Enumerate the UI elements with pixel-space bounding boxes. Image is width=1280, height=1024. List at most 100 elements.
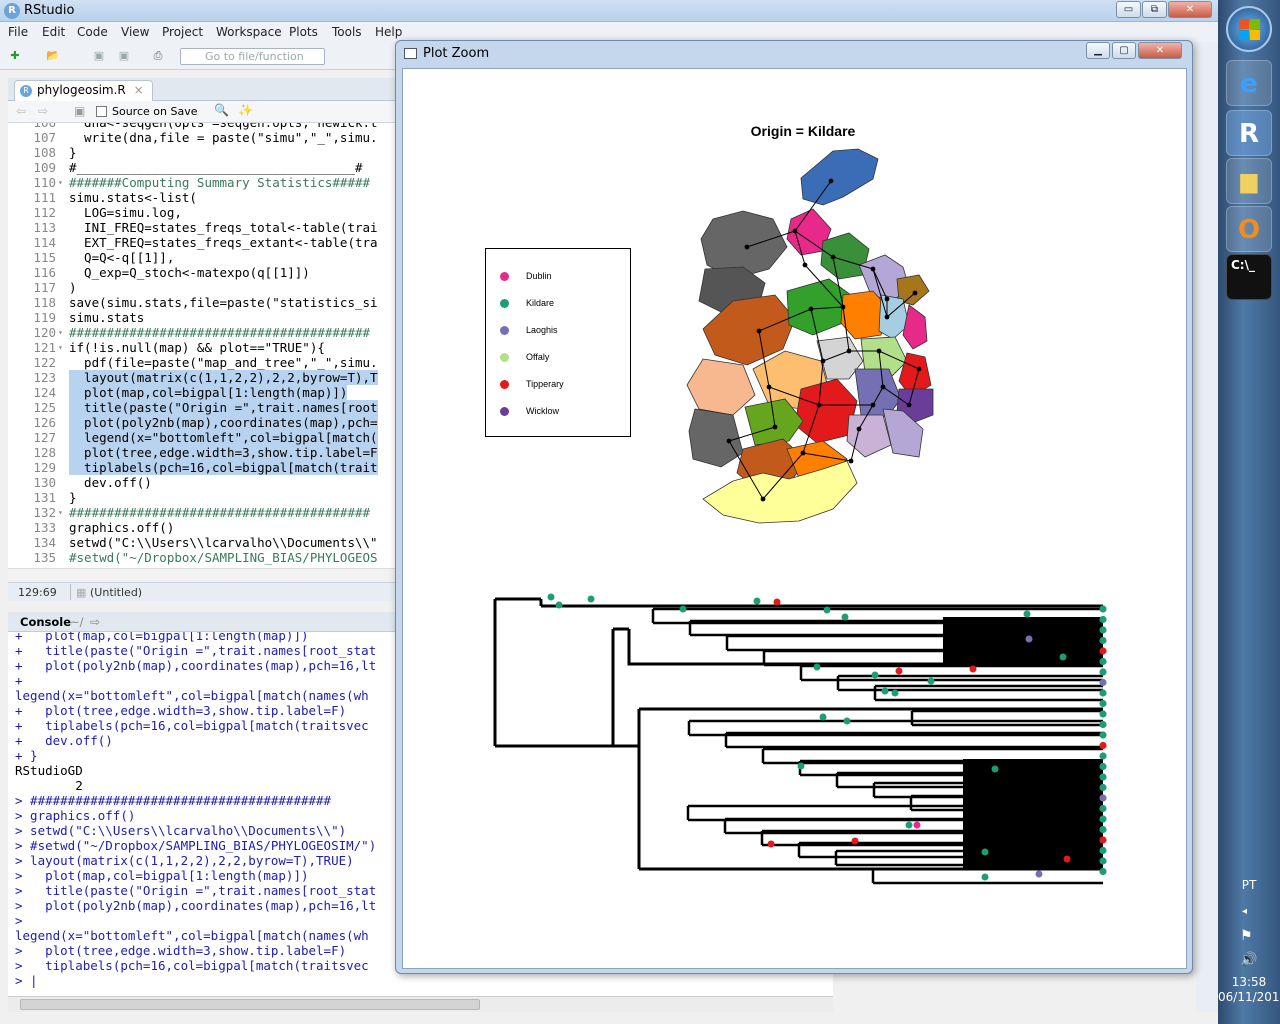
source-on-save-checkbox[interactable] <box>96 106 107 117</box>
menu-project[interactable]: Project <box>162 25 203 39</box>
minimize-button[interactable]: ▭ <box>1116 1 1141 18</box>
console-line: + title(paste("Origin =",trait.names[roo… <box>15 643 377 658</box>
plot-zoom-title: Plot Zoom <box>423 46 490 61</box>
line-number: 131 <box>33 490 56 505</box>
code-line: 107 write(dna,file = paste("simu","_",si… <box>8 130 400 145</box>
console-line: + plot(poly2nb(map),coordinates(map),pch… <box>15 658 377 673</box>
source-on-save-label: Source on Save <box>112 105 198 118</box>
code-text: dna<-seqgen(opts =seqgen.opts, newick.t <box>69 123 378 130</box>
tip-point <box>841 613 849 621</box>
legend-dot <box>500 299 509 308</box>
code-line: 115 Q=Q<-q[[1]], <box>8 250 400 265</box>
menu-view[interactable]: View <box>121 25 149 39</box>
editor-horizontal-scrollbar[interactable] <box>8 568 400 581</box>
tip-point <box>1099 804 1107 813</box>
language-indicator[interactable]: PT <box>1218 878 1280 892</box>
clock[interactable]: 13:5806/11/2012 <box>1218 975 1280 1005</box>
r-icon[interactable]: R <box>1226 110 1272 156</box>
line-number: 108 <box>33 145 56 160</box>
centroid-point <box>760 496 766 502</box>
print-icon[interactable]: ⎙ <box>149 47 167 64</box>
forward-arrow-icon[interactable]: ⇨ <box>38 104 48 118</box>
tip-point <box>1099 720 1107 729</box>
console-line: > layout(matrix(c(1,1,2,2),2,2,byrow=T),… <box>15 853 354 868</box>
legend-label: Wicklow <box>526 406 559 416</box>
tree-branch <box>493 597 613 748</box>
tree-branch <box>799 664 1103 682</box>
fold-icon[interactable]: ▾ <box>58 505 63 520</box>
code-text: #######Computing Summary Statistics##### <box>69 175 371 190</box>
scrollbar-thumb[interactable] <box>20 999 480 1010</box>
action-center-flag-icon[interactable]: ⚑ <box>1240 928 1253 944</box>
rstudio-logo-icon: R <box>4 3 20 19</box>
close-button[interactable]: ✕ <box>1168 1 1212 18</box>
menu-file[interactable]: File <box>8 25 28 39</box>
fold-icon[interactable]: ▾ <box>58 175 63 190</box>
close-tab-icon[interactable]: × <box>134 83 144 97</box>
code-line: 127 legend(x="bottomleft",col=bigpal[mat… <box>8 430 400 445</box>
tip-point <box>1099 762 1107 771</box>
menu-code[interactable]: Code <box>77 25 108 39</box>
file-type-dropdown[interactable]: (Untitled) <box>90 586 142 599</box>
code-text: simu.stats<-list( <box>69 190 197 205</box>
start-button[interactable] <box>1226 6 1272 52</box>
new-file-icon[interactable]: ✚ <box>6 47 24 64</box>
code-line: 114 EXT_FREQ=states_freqs_extant<-table(… <box>8 235 400 250</box>
maximize-button[interactable]: ⧉ <box>1142 1 1167 18</box>
cmd-icon[interactable]: C:\_ <box>1226 254 1272 300</box>
outlook-icon[interactable]: O <box>1226 206 1272 252</box>
plot-minimize-button[interactable]: ▁ <box>1086 42 1110 59</box>
menu-edit[interactable]: Edit <box>42 25 65 39</box>
tab-phylogeosim[interactable]: R phylogeosim.R × <box>14 80 153 101</box>
save-icon[interactable]: ▣ <box>74 104 85 118</box>
line-number: 110 <box>33 175 56 190</box>
open-file-icon[interactable]: 📂 <box>44 47 62 64</box>
file-explorer-icon[interactable]: ▆ <box>1226 158 1272 204</box>
search-icon[interactable]: 🔍 <box>214 103 229 117</box>
save-all-icon[interactable]: ▣ <box>115 47 133 64</box>
editor-tabs: R phylogeosim.R × <box>8 78 400 101</box>
editor-toolbar: ⇦ ⇨ ▣ Source on Save 🔍 ✨ <box>8 101 400 123</box>
tip-point <box>1099 636 1107 645</box>
menu-workspace[interactable]: Workspace <box>216 25 282 39</box>
tip-point <box>1023 610 1031 618</box>
tip-point <box>773 598 781 606</box>
code-line: 106 dna<-seqgen(opts =seqgen.opts, newic… <box>8 123 400 130</box>
fold-icon[interactable]: ▾ <box>58 325 63 340</box>
fold-icon[interactable]: ▾ <box>58 340 63 355</box>
wand-icon[interactable]: ✨ <box>238 103 253 117</box>
code-editor[interactable]: 106 dna<-seqgen(opts =seqgen.opts, newic… <box>8 123 400 581</box>
line-number: 109 <box>33 160 56 175</box>
code-line: 130 dev.off() <box>8 475 400 490</box>
code-text: plot(tree,edge.width=3,show.tip.label=F <box>69 445 378 460</box>
tip-point <box>819 713 827 721</box>
console-line: > setwd("C:\\Users\\lcarvalho\\Documents… <box>15 823 347 838</box>
tip-point <box>927 677 935 685</box>
line-number: 114 <box>33 235 56 250</box>
line-number: 112 <box>33 205 56 220</box>
console-line: + tiplabels(pch=16,col=bigpal[match(trai… <box>15 718 369 733</box>
tip-point <box>1063 855 1071 863</box>
menu-tools[interactable]: Tools <box>332 25 362 39</box>
centroid-point <box>916 366 922 372</box>
plot-maximize-button[interactable]: ▢ <box>1112 42 1136 59</box>
menu-help[interactable]: Help <box>375 25 402 39</box>
goto-file-input[interactable]: Go to file/function <box>180 48 325 65</box>
goto-dir-icon[interactable]: ⇨ <box>90 615 100 629</box>
tip-point <box>753 597 761 605</box>
show-hidden-icon[interactable]: ◂ <box>1242 906 1247 917</box>
menu-plots[interactable]: Plots <box>289 25 318 39</box>
tip-point <box>871 671 879 679</box>
centroid-point <box>846 348 852 354</box>
console-tab[interactable]: Console <box>20 615 71 629</box>
internet-explorer-icon[interactable]: e <box>1226 60 1272 106</box>
back-arrow-icon[interactable]: ⇦ <box>16 104 26 118</box>
line-number: 135 <box>33 550 56 565</box>
line-number: 127 <box>33 430 56 445</box>
volume-icon[interactable]: 🔊 <box>1240 952 1257 968</box>
line-number: 118 <box>33 295 56 310</box>
plot-close-button[interactable]: ✕ <box>1138 42 1182 59</box>
console-horizontal-scrollbar[interactable] <box>8 996 833 1012</box>
tip-point <box>1099 741 1107 750</box>
save-icon[interactable]: ▣ <box>90 47 108 64</box>
